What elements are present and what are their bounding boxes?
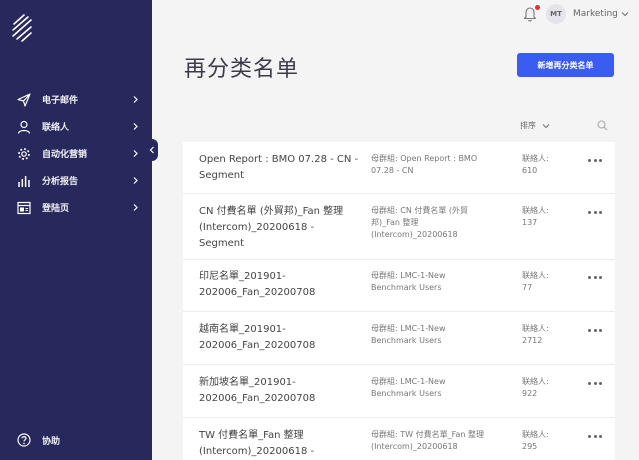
sidebar-item-label: 自动化营销 (42, 150, 88, 160)
contact-count: 联絡人: 77 (522, 270, 572, 294)
more-options-icon[interactable] (588, 379, 602, 387)
chevron-right-icon (133, 123, 138, 130)
bar-chart-icon (16, 173, 32, 189)
chevron-down-icon[interactable] (621, 11, 629, 17)
account-menu[interactable]: Marketing (573, 9, 618, 19)
parent-group: 母群組: LMC-1-New Benchmark Users (371, 271, 446, 292)
more-options-icon[interactable] (588, 273, 602, 281)
sidebar-item-label: 分析报告 (42, 177, 79, 187)
collapse-sidebar-button[interactable] (146, 139, 158, 161)
list-item: 新加坡名單_201901-202006_Fan_20200708 母群組: LM… (183, 365, 615, 418)
segment-name[interactable]: Open Report : BMO 07.28 - CN - Segment (199, 152, 359, 184)
sidebar-item-email[interactable]: 电子邮件 (0, 86, 152, 113)
contact-count-label: 联絡人: (522, 271, 549, 280)
chevron-down-icon (542, 123, 550, 128)
send-icon (16, 92, 32, 108)
sidebar-item-label: 登陆页 (42, 204, 70, 214)
parent-group: 母群組: Open Report : BMO 07.28 - CN (371, 154, 478, 175)
parent-group: 母群組: LMC-1-New Benchmark Users (371, 324, 446, 345)
sidebar-item-label: 电子邮件 (42, 96, 79, 106)
sidebar: 电子邮件 联络人 自动化营销 分析报告 登陆页 协助 (0, 0, 152, 460)
chevron-right-icon (133, 177, 138, 184)
contact-count-value: 2712 (522, 336, 543, 345)
chevron-right-icon (133, 150, 138, 157)
list-item: TW 付費名單_Fan 整理 (Intercom)_20200618 - 母群組… (183, 418, 615, 460)
parent-group: 母群組: CN 付費名單 (外貿邦)_Fan 整理 (Intercom)_202… (371, 206, 469, 239)
sidebar-item-automation[interactable]: 自动化营销 (0, 140, 152, 167)
contact-count: 联絡人: 2712 (522, 323, 572, 347)
contact-count: 联絡人: 610 (522, 153, 572, 177)
contact-count: 联絡人: 295 (522, 429, 572, 453)
chevron-right-icon (133, 204, 138, 211)
list-item: Open Report : BMO 07.28 - CN - Segment 母… (183, 142, 615, 194)
more-options-icon[interactable] (588, 156, 602, 164)
sidebar-item-landing-pages[interactable]: 登陆页 (0, 194, 152, 221)
logo-icon[interactable] (10, 12, 34, 44)
contact-count: 联絡人: 922 (522, 376, 572, 400)
sort-dropdown[interactable]: 排序 (520, 120, 550, 131)
segment-name[interactable]: 新加坡名單_201901-202006_Fan_20200708 (199, 375, 359, 407)
contact-count-label: 联絡人: (522, 324, 549, 333)
page-title: 再分类名单 (184, 57, 300, 82)
contact-count-value: 77 (522, 283, 533, 292)
contact-count-value: 922 (522, 389, 538, 398)
list-item: CN 付費名單 (外貿邦)_Fan 整理 (Intercom)_20200618… (183, 194, 615, 260)
sort-label: 排序 (520, 121, 536, 130)
contact-count-label: 联絡人: (522, 154, 549, 163)
segment-name[interactable]: 印尼名單_201901-202006_Fan_20200708 (199, 269, 359, 301)
contact-count-value: 610 (522, 166, 538, 175)
landing-page-icon (16, 200, 32, 216)
list-item: 印尼名單_201901-202006_Fan_20200708 母群組: LMC… (183, 260, 615, 312)
help-icon (16, 432, 32, 448)
contact-count: 联絡人: 137 (522, 205, 572, 229)
sidebar-item-contacts[interactable]: 联络人 (0, 113, 152, 140)
contact-count-label: 联絡人: (522, 377, 549, 386)
segment-name[interactable]: 越南名單_201901-202006_Fan_20200708 (199, 322, 359, 354)
contact-count-label: 联絡人: (522, 206, 549, 215)
sidebar-item-label: 联络人 (42, 123, 70, 133)
avatar[interactable]: MT (546, 4, 566, 24)
sidebar-nav: 电子邮件 联络人 自动化营销 分析报告 登陆页 (0, 86, 152, 221)
search-icon[interactable] (597, 120, 608, 131)
segment-list: Open Report : BMO 07.28 - CN - Segment 母… (183, 142, 615, 460)
segment-name[interactable]: TW 付費名單_Fan 整理 (Intercom)_20200618 - (199, 428, 359, 460)
more-options-icon[interactable] (588, 326, 602, 334)
contact-count-value: 295 (522, 442, 538, 451)
person-icon (16, 119, 32, 135)
chevron-left-icon (149, 146, 154, 154)
create-segment-button[interactable]: 新增再分类名单 (517, 53, 614, 77)
gear-icon (16, 146, 32, 162)
contact-count-label: 联絡人: (522, 430, 549, 439)
notification-badge (535, 5, 540, 10)
contact-count-value: 137 (522, 218, 538, 227)
help-label: 协助 (42, 436, 61, 447)
sidebar-item-reports[interactable]: 分析报告 (0, 167, 152, 194)
parent-group: 母群組: LMC-1-New Benchmark Users (371, 377, 446, 398)
help-link[interactable]: 协助 (16, 432, 60, 448)
more-options-icon[interactable] (588, 208, 602, 216)
chevron-right-icon (133, 96, 138, 103)
more-options-icon[interactable] (588, 432, 602, 440)
segment-name[interactable]: CN 付費名單 (外貿邦)_Fan 整理 (Intercom)_20200618… (199, 204, 359, 252)
parent-group: 母群組: TW 付費名單_Fan 整理 (Intercom)_20200618 (371, 430, 484, 451)
list-item: 越南名單_201901-202006_Fan_20200708 母群組: LMC… (183, 312, 615, 365)
